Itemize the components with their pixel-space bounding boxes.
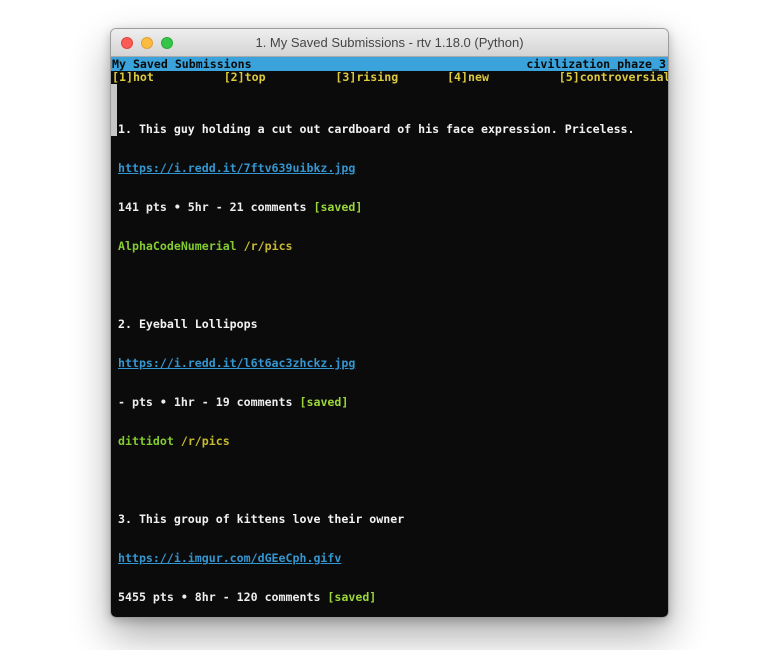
page-title: My Saved Submissions bbox=[112, 57, 252, 71]
subreddit[interactable]: /r/pics bbox=[181, 434, 230, 448]
submission-stats-line: 5455 pts • 8hr - 120 comments [saved] bbox=[118, 591, 668, 604]
submission-byline: AlphaCodeNumerial/r/pics bbox=[118, 240, 668, 253]
submission-stats: - pts • 1hr - 19 comments bbox=[118, 395, 293, 409]
submission-row-3[interactable]: 3. This group of kittens love their owne… bbox=[111, 487, 668, 617]
submission-stats: 5455 pts • 8hr - 120 comments bbox=[118, 590, 320, 604]
window-title: 1. My Saved Submissions - rtv 1.18.0 (Py… bbox=[255, 35, 523, 50]
subreddit[interactable]: /r/pics bbox=[244, 239, 293, 253]
terminal-content: My Saved Submissions civilization_phaze_… bbox=[111, 57, 668, 617]
saved-badge: [saved] bbox=[327, 590, 376, 604]
tab-top[interactable]: [2]top bbox=[224, 71, 336, 84]
submission-byline: dittidot/r/pics bbox=[118, 435, 668, 448]
saved-badge: [saved] bbox=[300, 395, 349, 409]
submission-list: 1. This guy holding a cut out cardboard … bbox=[111, 84, 668, 617]
zoom-button[interactable] bbox=[161, 37, 173, 49]
screen: 1. My Saved Submissions - rtv 1.18.0 (Py… bbox=[0, 0, 771, 650]
submission-title: 3. This group of kittens love their owne… bbox=[118, 513, 668, 526]
submission-row-2[interactable]: 2. Eyeball Lollipops https://i.redd.it/l… bbox=[111, 292, 668, 474]
header-bar: My Saved Submissions civilization_phaze_… bbox=[111, 57, 668, 71]
author[interactable]: AlphaCodeNumerial bbox=[118, 239, 237, 253]
tab-rising[interactable]: [3]rising bbox=[335, 71, 447, 84]
submission-row-1[interactable]: 1. This guy holding a cut out cardboard … bbox=[111, 84, 668, 279]
submission-title: 1. This guy holding a cut out cardboard … bbox=[118, 123, 668, 136]
submission-title: 2. Eyeball Lollipops bbox=[118, 318, 668, 331]
terminal-window: 1. My Saved Submissions - rtv 1.18.0 (Py… bbox=[110, 28, 669, 618]
username: civilization_phaze_3 bbox=[526, 57, 666, 71]
tab-bar: [1]hot [2]top [3]rising [4]new [5]contro… bbox=[111, 71, 668, 84]
author[interactable]: dittidot bbox=[118, 434, 174, 448]
submission-url[interactable]: https://i.redd.it/7ftv639uibkz.jpg bbox=[118, 161, 355, 175]
submission-stats-line: 141 pts • 5hr - 21 comments [saved] bbox=[118, 201, 668, 214]
submission-stats-line: - pts • 1hr - 19 comments [saved] bbox=[118, 396, 668, 409]
window-titlebar[interactable]: 1. My Saved Submissions - rtv 1.18.0 (Py… bbox=[111, 29, 668, 57]
tab-hot[interactable]: [1]hot bbox=[112, 71, 224, 84]
tab-new[interactable]: [4]new bbox=[447, 71, 559, 84]
saved-badge: [saved] bbox=[313, 200, 362, 214]
submission-url[interactable]: https://i.imgur.com/dGEeCph.gifv bbox=[118, 551, 341, 565]
selection-cursor bbox=[111, 84, 117, 136]
close-button[interactable] bbox=[121, 37, 133, 49]
submission-stats: 141 pts • 5hr - 21 comments bbox=[118, 200, 306, 214]
traffic-lights bbox=[121, 29, 173, 56]
minimize-button[interactable] bbox=[141, 37, 153, 49]
submission-url[interactable]: https://i.redd.it/l6t6ac3zhckz.jpg bbox=[118, 356, 355, 370]
tab-controversial[interactable]: [5]controversial bbox=[559, 71, 668, 84]
